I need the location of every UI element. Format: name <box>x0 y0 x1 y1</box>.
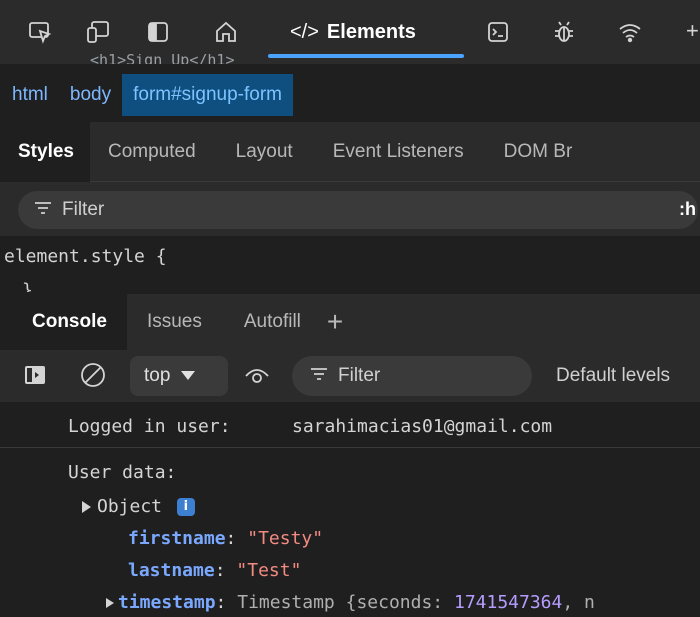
tab-elements[interactable]: </> Elements <box>268 0 464 64</box>
dock-sidebar-icon[interactable] <box>146 20 170 44</box>
show-sidebar-icon[interactable] <box>24 364 46 392</box>
filter-icon <box>34 199 52 221</box>
tab-computed[interactable]: Computed <box>90 122 216 182</box>
log-levels-dropdown[interactable]: Default levels <box>556 365 670 387</box>
tab-event-listeners[interactable]: Event Listeners <box>313 122 484 182</box>
context-selector-value: top <box>144 365 171 386</box>
tab-styles[interactable]: Styles <box>0 121 90 182</box>
inspect-element-icon[interactable] <box>28 20 52 44</box>
breadcrumb-form[interactable]: form#signup-form <box>122 74 293 116</box>
tab-dom-breakpoints[interactable]: DOM Br <box>484 122 573 182</box>
clear-console-icon[interactable] <box>80 362 106 394</box>
filter-icon <box>310 365 328 387</box>
console-filter-placeholder: Filter <box>338 365 381 386</box>
element-style-close: } <box>22 280 33 292</box>
live-expression-eye-icon[interactable] <box>244 364 270 392</box>
add-tab-icon[interactable]: + <box>319 294 351 350</box>
device-emulation-icon[interactable] <box>86 20 110 44</box>
styles-filter-input[interactable]: Filter :h <box>18 191 698 229</box>
prop-lastname: lastname: "Test" <box>128 560 302 581</box>
object-expander[interactable]: Object i <box>82 496 195 517</box>
context-selector[interactable]: top <box>130 356 228 396</box>
object-label: Object <box>97 496 163 517</box>
user-data-label: User data: <box>68 462 177 483</box>
prop-timestamp[interactable]: timestamp: Timestamp {seconds: 174154736… <box>106 592 595 613</box>
tab-console[interactable]: Console <box>0 294 127 350</box>
logged-in-email: sarahimacias01@gmail.com <box>292 416 553 437</box>
bug-icon[interactable] <box>552 20 576 44</box>
element-style-rule: element.style { } <box>0 236 700 292</box>
styles-filter-row: Filter :h <box>0 182 700 236</box>
console-toolbar: top Filter Default levels <box>0 350 700 402</box>
tab-autofill[interactable]: Autofill <box>222 294 319 350</box>
code-brackets-icon: </> <box>290 20 319 43</box>
devtools-toolbar: </> Elements + <h1>Sign Up</h1> <box>0 0 700 64</box>
element-style-selector[interactable]: element.style { <box>4 246 167 267</box>
active-tab-indicator <box>268 54 464 58</box>
styles-subtabs: Styles Computed Layout Event Listeners D… <box>0 121 700 182</box>
info-icon[interactable]: i <box>176 498 195 516</box>
expand-triangle-icon <box>106 598 114 608</box>
tab-issues[interactable]: Issues <box>127 294 222 350</box>
console-panel-icon[interactable] <box>486 20 510 44</box>
tab-elements-label: Elements <box>326 20 416 43</box>
console-message: Logged in user: sarahimacias01@gmail.com <box>0 402 700 448</box>
home-icon[interactable] <box>214 20 238 44</box>
console-output: Logged in user: sarahimacias01@gmail.com… <box>0 402 700 617</box>
prop-firstname: firstname: "Testy" <box>128 528 324 549</box>
logged-in-label: Logged in user: <box>68 416 231 437</box>
hover-state-toggle[interactable]: :h <box>679 199 696 220</box>
breadcrumb: html body form#signup-form <box>0 74 700 116</box>
more-tabs-icon[interactable]: + <box>686 18 699 44</box>
scrolled-dom-line: <h1>Sign Up</h1> <box>90 54 235 64</box>
drawer-tabs: Console Issues Autofill + <box>0 294 700 350</box>
expand-triangle-icon <box>82 501 91 513</box>
network-wifi-icon[interactable] <box>618 20 642 44</box>
breadcrumb-html[interactable]: html <box>0 74 59 116</box>
breadcrumb-body[interactable]: body <box>59 74 122 116</box>
styles-filter-placeholder: Filter <box>62 199 105 220</box>
tab-layout[interactable]: Layout <box>216 122 313 182</box>
console-filter-input[interactable]: Filter <box>292 356 532 396</box>
dropdown-triangle-icon <box>180 365 196 387</box>
